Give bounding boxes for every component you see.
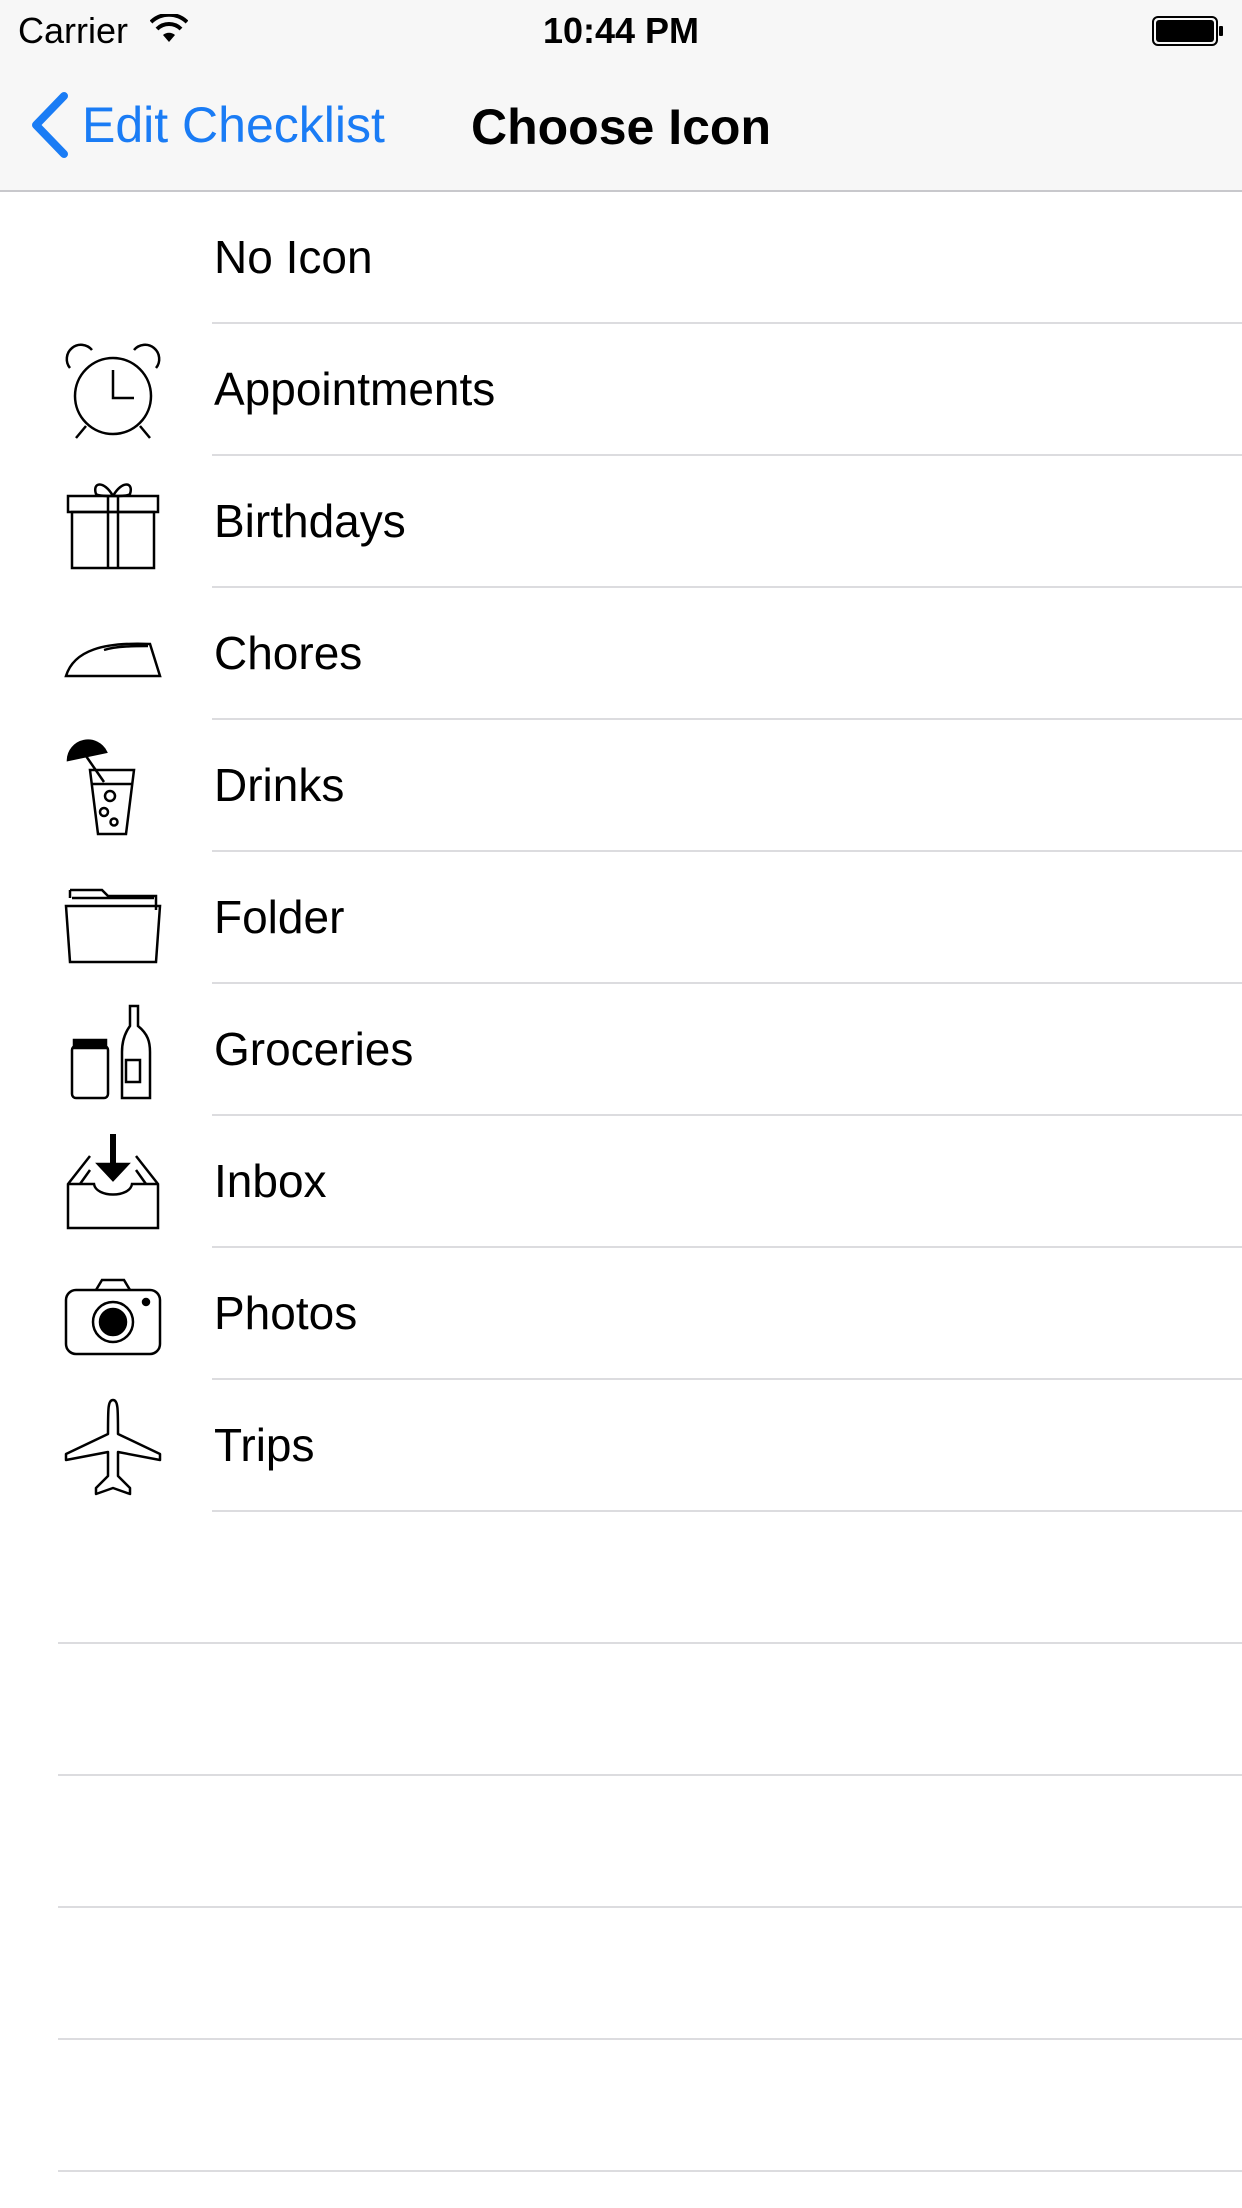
- list-item-label: Appointments: [214, 363, 496, 415]
- empty-row: [0, 1644, 1242, 1776]
- list-item-trips[interactable]: Trips: [0, 1380, 1242, 1512]
- drink-icon: [66, 739, 136, 836]
- page-title: Choose Icon: [470, 99, 772, 155]
- list-item-birthdays[interactable]: Birthdays: [0, 456, 1242, 588]
- list-item-label: Trips: [214, 1419, 315, 1471]
- list-item-folder[interactable]: Folder: [0, 852, 1242, 984]
- alarm-clock-icon: [65, 343, 161, 439]
- list-item-drinks[interactable]: Drinks: [0, 720, 1242, 852]
- row-divider: [58, 2170, 1242, 2172]
- inbox-icon: [66, 1134, 160, 1230]
- list-item-groceries[interactable]: Groceries: [0, 984, 1242, 1116]
- list-item-chores[interactable]: Chores: [0, 588, 1242, 720]
- list-item-label: Drinks: [214, 759, 345, 811]
- list-item-label: Birthdays: [214, 495, 406, 547]
- list-item-no-icon[interactable]: No Icon: [0, 192, 1242, 324]
- navigation-bar: Edit Checklist Choose Icon: [0, 60, 1242, 192]
- airplane-icon: [64, 1398, 162, 1496]
- empty-row: [0, 1776, 1242, 1908]
- list-item-label: Groceries: [214, 1023, 414, 1075]
- list-item-inbox[interactable]: Inbox: [0, 1116, 1242, 1248]
- battery-icon: [1152, 16, 1223, 46]
- empty-row: [0, 2040, 1242, 2172]
- camera-icon: [64, 1278, 162, 1356]
- folder-icon: [64, 888, 162, 964]
- empty-row: [0, 1908, 1242, 2040]
- clock-time: 10:44 PM: [542, 10, 700, 51]
- empty-row: [0, 1512, 1242, 1644]
- list-item-appointments[interactable]: Appointments: [0, 324, 1242, 456]
- list-item-label: Chores: [214, 627, 363, 679]
- list-item-label: Folder: [214, 891, 345, 943]
- list-item-label: No Icon: [214, 231, 373, 283]
- list-item-photos[interactable]: Photos: [0, 1248, 1242, 1380]
- status-bar: Carrier 10:44 PM: [0, 0, 1242, 60]
- list-item-label: Photos: [214, 1287, 358, 1339]
- iron-icon: [64, 642, 162, 678]
- icon-list: No Icon Appointments Birthdays Chores Dr…: [0, 192, 1242, 2172]
- gift-icon: [66, 483, 160, 570]
- groceries-icon: [70, 1004, 152, 1100]
- list-item-label: Inbox: [214, 1155, 327, 1207]
